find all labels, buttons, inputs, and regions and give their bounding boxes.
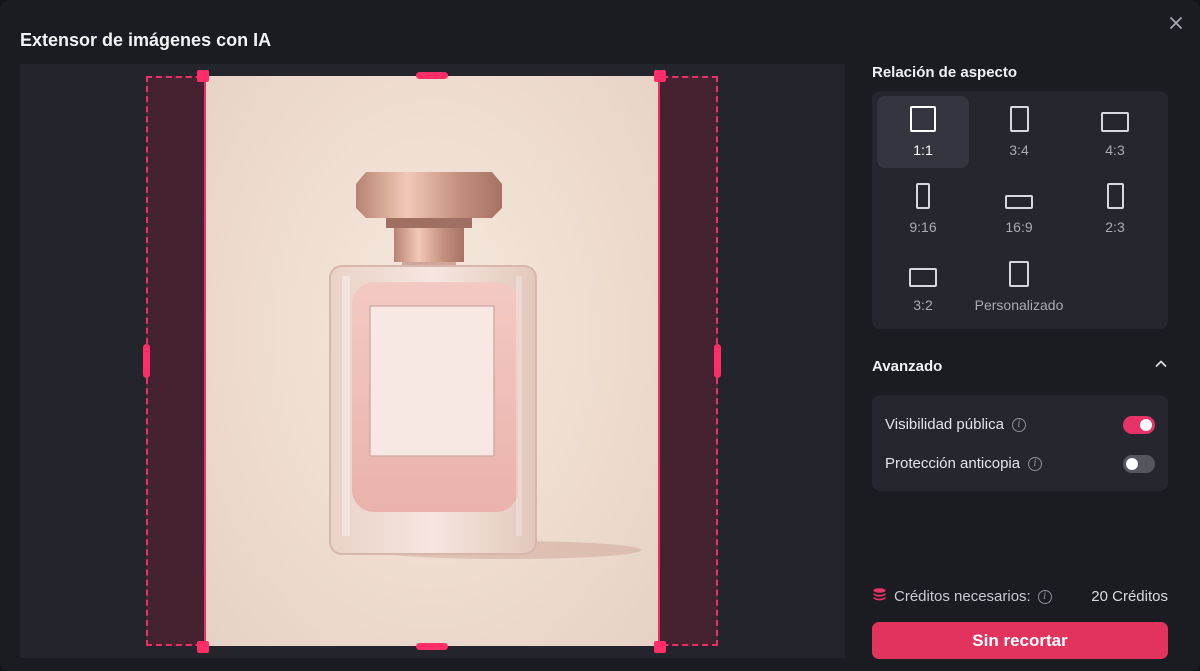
ratio-label: 4:3 xyxy=(1105,142,1125,158)
ratio-option-9-16[interactable]: 9:16 xyxy=(877,173,969,245)
ratio-label: 16:9 xyxy=(1005,219,1033,236)
ratio-option-2-3[interactable]: 2:3 xyxy=(1069,173,1161,245)
credits-row: Créditos necesarios: i 20 Créditos xyxy=(872,587,1168,606)
ratio-option-3-4[interactable]: 3:4 xyxy=(973,96,1065,168)
ratio-label: Personalizado xyxy=(974,296,1064,313)
ratio-label: 2:3 xyxy=(1105,219,1125,236)
advanced-title: Avanzado xyxy=(872,357,943,375)
wide-ratio-icon xyxy=(1005,195,1033,210)
credits-value: 20 Créditos xyxy=(1091,588,1168,605)
advanced-options: Visibilidad pública i Protección anticop… xyxy=(872,395,1168,491)
copy-protection-toggle[interactable] xyxy=(1123,454,1155,473)
resize-handle-right[interactable] xyxy=(714,344,721,378)
resize-handle-left[interactable] xyxy=(143,344,150,378)
copy-protection-row: Protección anticopia i xyxy=(885,444,1155,483)
resize-handle-top[interactable] xyxy=(416,72,448,79)
public-visibility-toggle[interactable] xyxy=(1123,415,1155,434)
square-ratio-icon xyxy=(910,106,936,132)
aspect-ratio-title: Relación de aspecto xyxy=(872,64,1018,81)
perfume-bottle-image xyxy=(329,172,641,559)
info-icon[interactable]: i xyxy=(1028,456,1043,471)
dialog-title: Extensor de imágenes con IA xyxy=(20,30,272,50)
ratio-label: 3:2 xyxy=(913,296,933,313)
resize-handle-top-right[interactable] xyxy=(654,70,666,82)
close-icon[interactable] xyxy=(1166,13,1186,33)
info-icon[interactable]: i xyxy=(1037,589,1052,604)
uncrop-button[interactable]: Sin recortar xyxy=(872,622,1168,659)
ratio-option-16-9[interactable]: 16:9 xyxy=(973,173,1065,245)
copy-protection-label: Protección anticopia xyxy=(885,455,1021,472)
public-visibility-row: Visibilidad pública i xyxy=(885,405,1155,444)
ratio-option-1-1[interactable]: 1:1 xyxy=(877,96,969,168)
portrait-ratio-icon xyxy=(1106,183,1124,210)
image-canvas xyxy=(20,64,845,658)
chevron-up-icon xyxy=(1154,357,1168,376)
source-image xyxy=(204,76,660,646)
aspect-ratio-grid: 1:1 3:4 4:3 9:16 16:9 2:3 3:2 Personaliz… xyxy=(872,91,1168,329)
ratio-option-custom[interactable]: Personalizado xyxy=(973,251,1065,323)
tall-ratio-icon xyxy=(916,183,930,210)
ratio-option-3-2[interactable]: 3:2 xyxy=(877,251,969,323)
custom-ratio-icon xyxy=(1009,260,1029,287)
landscape-ratio-icon xyxy=(1101,112,1129,132)
ratio-label: 1:1 xyxy=(913,142,933,158)
landscape-ratio-icon xyxy=(909,267,937,287)
coins-icon xyxy=(872,587,887,606)
advanced-section-toggle[interactable]: Avanzado xyxy=(872,348,1168,384)
ratio-label: 9:16 xyxy=(909,219,937,236)
resize-handle-bottom-right[interactable] xyxy=(654,641,666,653)
resize-handle-top-left[interactable] xyxy=(197,70,209,82)
ratio-label: 3:4 xyxy=(1009,142,1029,158)
public-visibility-label: Visibilidad pública xyxy=(885,416,1004,433)
credits-label: Créditos necesarios: xyxy=(894,588,1031,605)
info-icon[interactable]: i xyxy=(1011,417,1026,432)
settings-panel: Relación de aspecto 1:1 3:4 4:3 9:16 16:… xyxy=(872,64,1168,491)
resize-handle-bottom[interactable] xyxy=(416,643,448,650)
ratio-option-4-3[interactable]: 4:3 xyxy=(1069,96,1161,168)
image-extender-dialog: Extensor de imágenes con IA Relación de … xyxy=(0,0,1200,671)
portrait-ratio-icon xyxy=(1009,106,1029,132)
resize-handle-bottom-left[interactable] xyxy=(197,641,209,653)
